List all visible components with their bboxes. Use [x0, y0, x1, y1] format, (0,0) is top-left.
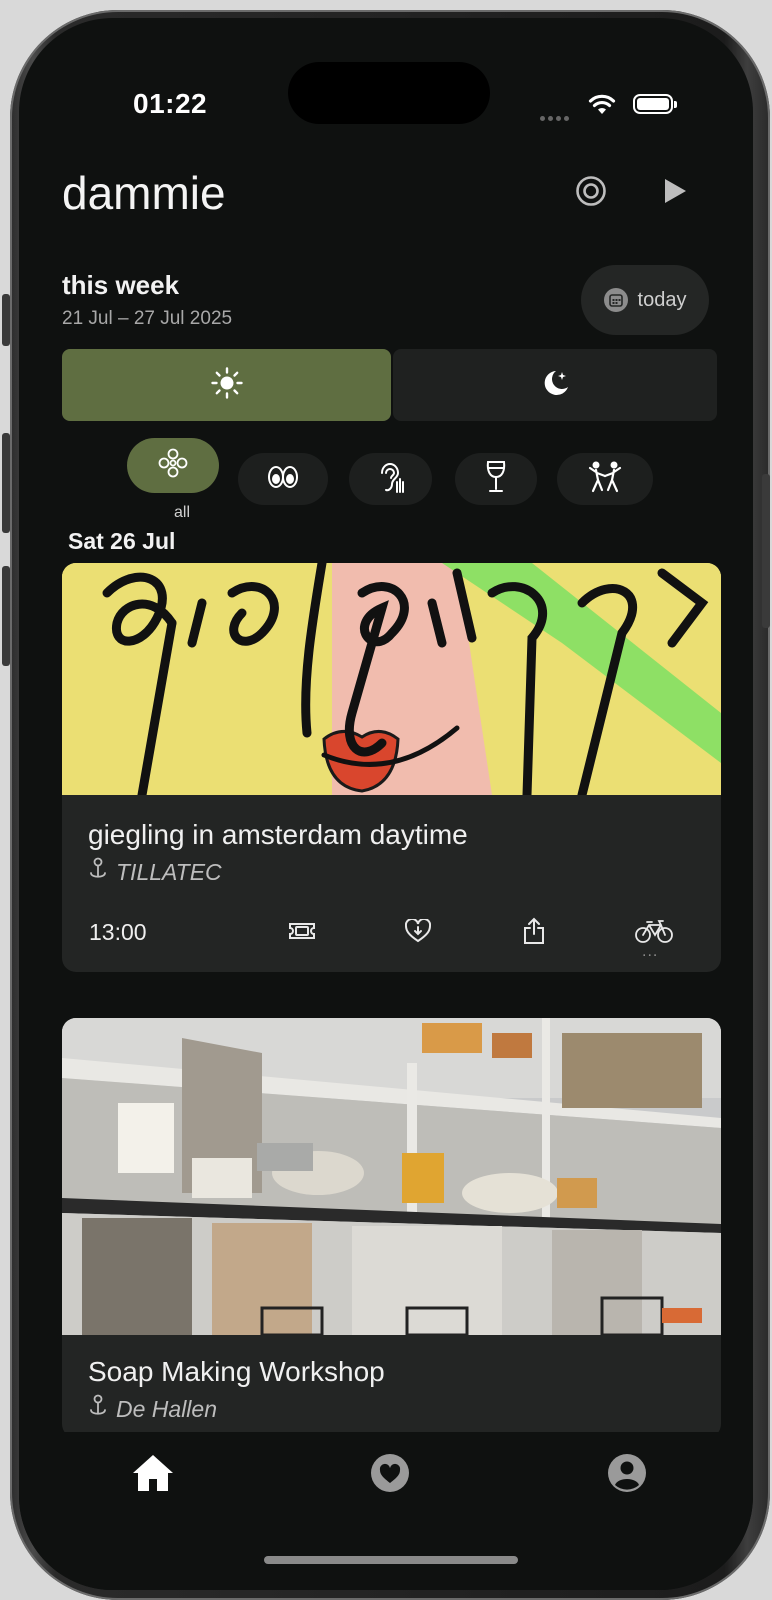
- sun-icon: [210, 366, 244, 405]
- category-chip-dance[interactable]: [557, 453, 653, 505]
- share-icon[interactable]: [516, 913, 552, 949]
- event-time: 13:00: [89, 919, 147, 945]
- screen: 01:22 dammie this week 21 Jul – 27 Jul 2…: [19, 18, 753, 1590]
- wine-glass-icon: [484, 460, 508, 499]
- moon-stars-icon: [538, 366, 572, 405]
- nighttime-toggle[interactable]: [393, 349, 717, 421]
- ticket-icon[interactable]: [284, 913, 320, 949]
- heart-plus-icon[interactable]: [400, 913, 436, 949]
- heart-icon: [370, 1453, 410, 1498]
- side-button: [2, 566, 10, 666]
- side-button: [2, 433, 10, 533]
- week-title: this week: [62, 270, 180, 300]
- app-title: dammie: [62, 167, 226, 219]
- cellular-signal-icon: [540, 108, 572, 126]
- side-button: [2, 294, 10, 346]
- daytime-toggle[interactable]: [62, 349, 391, 421]
- event-card[interactable]: giegling in amsterdam daytime TILLATEC 1…: [62, 563, 721, 972]
- week-range: 21 Jul – 27 Jul 2025: [62, 308, 233, 329]
- flower-icon: [157, 447, 189, 484]
- date-header: Sat 26 Jul: [68, 528, 176, 554]
- battery-icon: [633, 94, 677, 114]
- category-label-all: all: [173, 504, 190, 521]
- dancers-icon: [587, 460, 623, 499]
- eyes-icon: [266, 464, 300, 495]
- home-tab[interactable]: [128, 1450, 178, 1500]
- category-chip-listen[interactable]: [349, 453, 432, 505]
- profile-tab[interactable]: [602, 1450, 652, 1500]
- event-venue-name: TILLATEC: [116, 858, 222, 885]
- today-label: today: [637, 288, 687, 311]
- ear-icon: [376, 460, 406, 499]
- target-icon[interactable]: [571, 171, 611, 211]
- event-venue: De Hallen: [88, 1394, 217, 1424]
- dynamic-island: [288, 62, 490, 124]
- favorites-tab[interactable]: [365, 1450, 415, 1500]
- event-title: Soap Making Workshop: [88, 1356, 385, 1387]
- category-chip-drinks[interactable]: [455, 453, 537, 505]
- calendar-icon: [603, 288, 628, 312]
- profile-icon: [607, 1453, 647, 1498]
- event-image: [62, 563, 721, 795]
- event-image: [62, 1018, 721, 1335]
- event-venue: TILLATEC: [88, 857, 222, 887]
- category-chip-all[interactable]: [127, 438, 219, 493]
- wifi-icon: [587, 92, 617, 121]
- event-card[interactable]: Soap Making Workshop De Hallen: [62, 1018, 721, 1438]
- location-pin-icon: [88, 857, 108, 887]
- side-button: [762, 474, 770, 628]
- home-icon: [131, 1453, 175, 1498]
- location-pin-icon: [88, 1394, 108, 1424]
- event-title: giegling in amsterdam daytime: [88, 819, 468, 850]
- more-indicator: ...: [642, 943, 659, 960]
- bottom-nav: [19, 1432, 753, 1590]
- event-venue-name: De Hallen: [116, 1395, 217, 1422]
- play-icon[interactable]: [655, 171, 695, 211]
- status-time: 01:22: [133, 88, 208, 119]
- home-indicator: [264, 1556, 518, 1564]
- category-chip-see[interactable]: [238, 453, 328, 505]
- today-button[interactable]: today: [581, 265, 709, 335]
